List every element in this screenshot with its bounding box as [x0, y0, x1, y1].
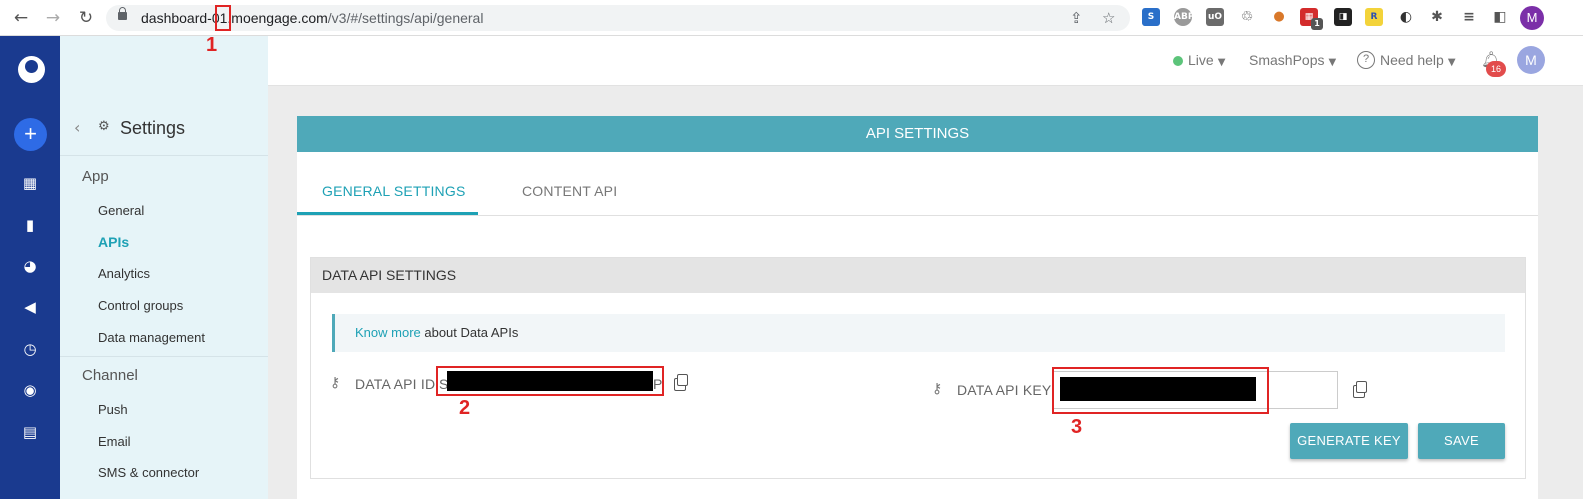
chevron-left-icon[interactable]: ‹ [74, 118, 80, 137]
timer-icon[interactable]: ◷ [21, 340, 39, 358]
extension-glasses-icon[interactable]: ◨ [1334, 8, 1352, 26]
api-settings-panel: API SETTINGS GENERAL SETTINGS CONTENT AP… [297, 116, 1538, 499]
copy-icon[interactable] [674, 374, 688, 391]
annotation-number-3: 3 [1071, 416, 1083, 438]
recycle-icon[interactable]: ♲ [1238, 8, 1256, 26]
share-icon[interactable]: ⇪ [1070, 9, 1083, 27]
save-button[interactable]: SAVE [1418, 423, 1505, 459]
sidebar-item-push[interactable]: Push [98, 402, 128, 417]
sidebar-header: ‹ ⚙ Settings [60, 36, 268, 156]
live-status-dot [1173, 56, 1183, 66]
copy-icon[interactable] [1353, 381, 1367, 398]
environment-label: Live [1188, 52, 1214, 68]
browser-toolbar: ← → ↻ dashboard-01.moengage.com/v3/#/set… [0, 0, 1583, 36]
sidebar-item-analytics[interactable]: Analytics [98, 266, 150, 281]
tab-general-settings[interactable]: GENERAL SETTINGS [322, 183, 466, 199]
trend-chart-icon[interactable]: ◉ [21, 381, 39, 399]
info-text: about Data APIs [420, 325, 519, 340]
campaign-megaphone-icon[interactable]: ◀ [21, 298, 39, 316]
bookmark-star-icon[interactable]: ☆ [1102, 9, 1115, 27]
annotation-box-2 [436, 366, 664, 396]
forward-arrow-icon[interactable]: → [43, 8, 63, 28]
browser-profile-avatar[interactable]: M [1520, 6, 1544, 30]
key-icon: ⚷ [330, 375, 341, 391]
sidebar-divider [60, 356, 268, 357]
sidebar-item-apis[interactable]: APIs [98, 234, 129, 250]
sidebar-item-control-groups[interactable]: Control groups [98, 298, 183, 313]
generate-key-button[interactable]: GENERATE KEY [1290, 423, 1408, 459]
address-bar[interactable]: dashboard-01.moengage.com/v3/#/settings/… [106, 5, 1130, 31]
chevron-down-icon: ▼ [1328, 57, 1337, 68]
sidebar-section-app: App [82, 168, 109, 185]
extension-r-icon[interactable]: R [1365, 8, 1383, 26]
card-title: DATA API SETTINGS [311, 258, 1525, 293]
data-api-key-label: DATA API KEY: [957, 382, 1055, 398]
chevron-down-icon: ▼ [1217, 57, 1226, 68]
sidebar-title: Settings [120, 118, 186, 138]
extension-badge: 1 [1311, 18, 1323, 30]
help-question-icon[interactable]: ? [1357, 51, 1375, 69]
cookie-icon[interactable]: ● [1270, 8, 1288, 26]
sidebar-item-data-management[interactable]: Data management [98, 330, 205, 345]
know-more-link[interactable]: Know more [355, 325, 421, 340]
segment-pie-icon[interactable]: ◕ [21, 257, 39, 275]
app-rail: + ▦ ▮ ◕ ◀ ◷ ◉ ▤ [0, 36, 60, 499]
annotation-box-1 [215, 5, 231, 31]
ublock-icon[interactable]: uO [1206, 8, 1224, 26]
reload-icon[interactable]: ↻ [76, 8, 96, 28]
environment-dropdown[interactable]: Live ▼ [1188, 52, 1225, 68]
side-panel-icon[interactable]: ◧ [1491, 8, 1509, 26]
sidebar-section-channel: Channel [82, 367, 138, 384]
data-api-id-label: DATA API ID: [355, 376, 440, 392]
document-icon[interactable]: ▤ [21, 423, 39, 441]
tab-content-api[interactable]: CONTENT API [522, 183, 617, 199]
top-header: Live ▼ SmashPops ▼ ? Need help ▼ 🔔︎ 16 M [268, 36, 1583, 86]
adblock-plus-icon[interactable]: ABP [1174, 8, 1194, 26]
chevron-down-icon: ▼ [1447, 57, 1456, 68]
help-dropdown[interactable]: Need help ▼ [1380, 52, 1456, 68]
analytics-bar-icon[interactable]: ▮ [21, 216, 39, 234]
workspace-label: SmashPops [1249, 52, 1325, 68]
sidebar-item-general[interactable]: General [98, 203, 144, 218]
extensions-puzzle-icon[interactable]: ✱ [1428, 8, 1446, 26]
create-plus-icon[interactable]: + [14, 118, 47, 151]
info-banner: Know more about Data APIs [332, 314, 1505, 352]
dashboard-grid-icon[interactable]: ▦ [21, 174, 39, 192]
key-icon: ⚷ [932, 381, 943, 397]
annotation-box-3 [1052, 367, 1269, 414]
extension-s-icon[interactable]: S [1142, 8, 1160, 26]
settings-tabs: GENERAL SETTINGS CONTENT API [297, 152, 1538, 216]
media-queue-icon[interactable]: ≡ [1460, 8, 1478, 26]
help-label: Need help [1380, 52, 1444, 68]
url-path: /v3/#/settings/api/general [327, 10, 484, 26]
gear-icon: ⚙ [98, 119, 110, 134]
lock-icon [118, 7, 127, 20]
back-arrow-icon[interactable]: ← [11, 8, 31, 28]
url-host: dashboard-01.moengage.com [141, 10, 328, 26]
url-text: dashboard-01.moengage.com/v3/#/settings/… [141, 10, 483, 26]
annotation-number-1: 1 [206, 34, 218, 56]
annotation-number-2: 2 [459, 397, 471, 419]
extension-circle-icon[interactable]: ◐ [1397, 8, 1415, 26]
notification-count-badge: 16 [1486, 61, 1506, 77]
user-avatar[interactable]: M [1517, 46, 1545, 74]
sidebar-item-email[interactable]: Email [98, 434, 131, 449]
panel-title: API SETTINGS [297, 116, 1538, 152]
sidebar-item-sms-connector[interactable]: SMS & connector [98, 465, 199, 480]
active-tab-underline [297, 212, 478, 215]
workspace-dropdown[interactable]: SmashPops ▼ [1249, 52, 1336, 68]
moengage-logo-icon[interactable] [18, 56, 45, 83]
settings-sidebar: ‹ ⚙ Settings App General APIs Analytics … [60, 36, 268, 499]
